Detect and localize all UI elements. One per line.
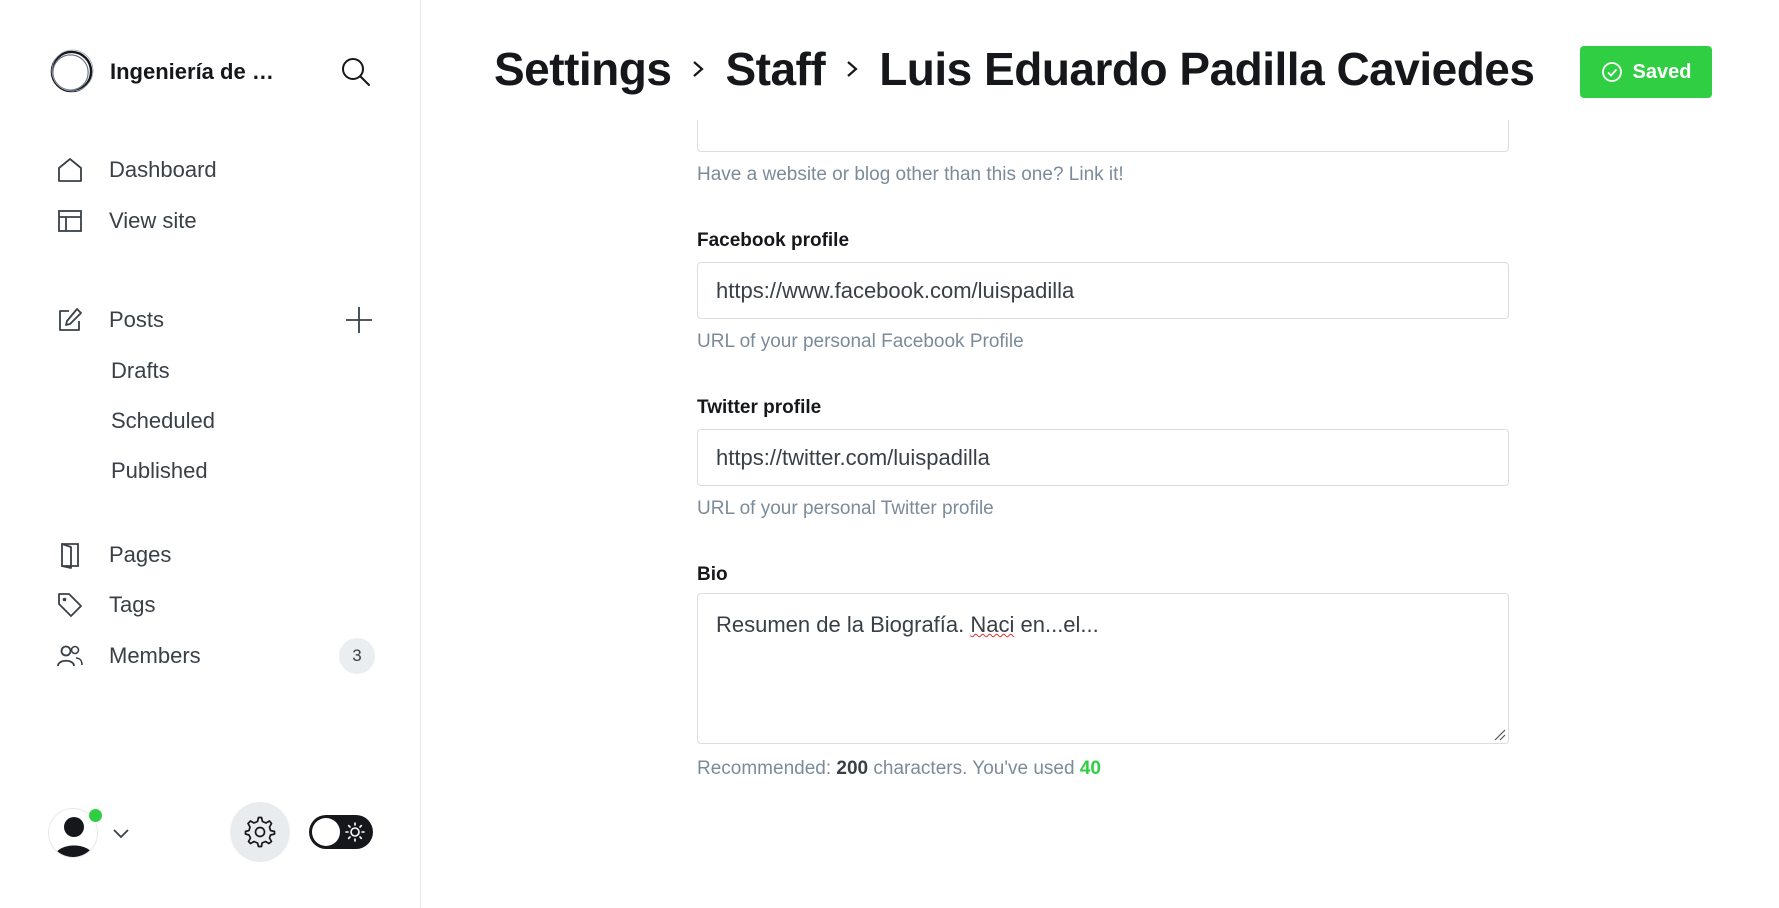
brand-logo-icon: [50, 49, 94, 93]
bio-misspelled-word: Naci: [970, 612, 1015, 637]
resize-handle-icon[interactable]: [1492, 727, 1506, 741]
settings-button[interactable]: [230, 802, 290, 862]
home-icon: [56, 156, 84, 184]
bio-text-end: en...el...: [1014, 612, 1099, 637]
bio-text-start: Resumen de la Biografía.: [716, 612, 971, 637]
nav-members[interactable]: Members: [56, 641, 201, 671]
nav-members-label: Members: [109, 643, 201, 668]
saved-button[interactable]: Saved: [1580, 46, 1712, 98]
chevron-right-icon: [825, 57, 879, 81]
user-avatar-button[interactable]: [48, 807, 104, 858]
bio-used-count: 40: [1079, 758, 1101, 779]
chevron-right-icon: [671, 57, 725, 81]
gear-icon: [244, 816, 276, 848]
online-status-dot: [87, 807, 104, 824]
facebook-hint: URL of your personal Facebook Profile: [697, 331, 1024, 352]
website-hint: Have a website or blog other than this o…: [697, 164, 1124, 185]
bio-recommended-count: 200: [836, 758, 869, 779]
members-count-badge: 3: [339, 638, 375, 674]
nav-published[interactable]: Published: [111, 458, 208, 484]
twitter-hint: URL of your personal Twitter profile: [697, 498, 994, 519]
facebook-input[interactable]: https://www.facebook.com/luispadilla: [697, 262, 1509, 319]
check-circle-icon: [1601, 62, 1622, 82]
theme-toggle[interactable]: [309, 815, 373, 849]
plus-icon[interactable]: [344, 305, 374, 335]
breadcrumb-settings[interactable]: Settings: [494, 42, 672, 96]
brand[interactable]: Ingeniería de So...: [48, 48, 280, 95]
nav-pages-label: Pages: [109, 542, 172, 567]
nav-posts[interactable]: Posts: [56, 305, 164, 335]
nav-scheduled[interactable]: Scheduled: [111, 408, 215, 434]
edit-icon: [56, 306, 84, 334]
nav-dashboard-label: Dashboard: [109, 157, 217, 182]
nav-view-site[interactable]: View site: [56, 206, 197, 236]
twitter-input[interactable]: https://twitter.com/luispadilla: [697, 429, 1509, 486]
website-input[interactable]: [697, 120, 1509, 152]
bio-hint-middle: characters. You've used: [868, 758, 1080, 779]
nav-tags[interactable]: Tags: [56, 590, 155, 620]
sun-icon: [345, 822, 365, 842]
nav-tags-label: Tags: [109, 592, 156, 617]
breadcrumb-staff[interactable]: Staff: [725, 42, 825, 96]
nav-pages[interactable]: Pages: [56, 540, 171, 570]
nav-dashboard[interactable]: Dashboard: [56, 155, 217, 185]
facebook-label: Facebook profile: [697, 230, 850, 251]
page-icon: [56, 541, 84, 569]
bio-textarea[interactable]: Resumen de la Biografía. Naci en...el...: [697, 593, 1509, 744]
saved-label: Saved: [1632, 60, 1692, 83]
layout-icon: [56, 207, 84, 235]
breadcrumb: Settings Staff Luis Eduardo Padilla Cavi…: [494, 42, 1535, 96]
bio-hint: Recommended: 200 characters. You've used…: [697, 758, 1101, 780]
brand-name: Ingeniería de So...: [110, 59, 280, 84]
twitter-label: Twitter profile: [697, 397, 822, 418]
bio-label: Bio: [697, 564, 728, 585]
nav-posts-label: Posts: [109, 307, 165, 332]
facebook-input-value: https://www.facebook.com/luispadilla: [716, 277, 1075, 303]
toggle-knob: [312, 818, 340, 846]
nav-view-site-label: View site: [109, 208, 197, 233]
nav-drafts[interactable]: Drafts: [111, 358, 170, 384]
sidebar: Ingeniería de So... Dashboard View site …: [0, 0, 421, 908]
page-title: Luis Eduardo Padilla Caviedes: [879, 43, 1535, 95]
search-icon[interactable]: [340, 56, 372, 88]
chevron-down-icon[interactable]: [110, 822, 132, 844]
tag-icon: [56, 591, 84, 619]
members-icon: [56, 642, 84, 670]
twitter-input-value: https://twitter.com/luispadilla: [716, 444, 990, 470]
bio-hint-prefix: Recommended:: [697, 758, 837, 779]
